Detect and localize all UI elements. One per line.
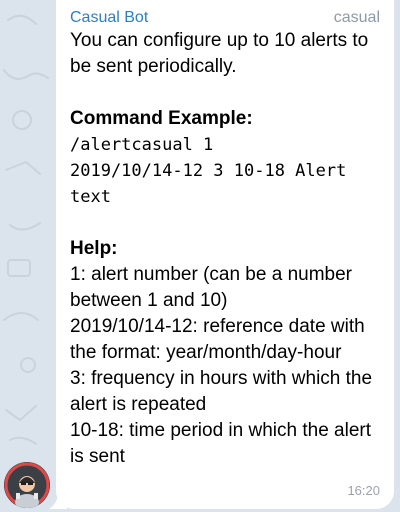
intro-text: You can configure up to 10 alerts to be …	[70, 30, 369, 77]
message-bubble[interactable]: Casual Bot casual You can configure up t…	[56, 0, 394, 509]
bot-avatar[interactable]	[4, 462, 50, 508]
help-heading: Help:	[70, 238, 118, 259]
help-line: 2019/10/14-12: reference date with the f…	[70, 316, 365, 363]
message-header: Casual Bot casual	[70, 8, 382, 28]
help-line: 3: frequency in hours with which the ale…	[70, 368, 373, 415]
command-line: 2019/10/14-12 3 10-18 Alert text	[70, 161, 347, 207]
command-heading: Command Example:	[70, 108, 253, 129]
sender-tag: casual	[333, 9, 380, 26]
avatar-icon	[4, 462, 50, 508]
command-line: /alertcasual 1	[70, 135, 214, 155]
sender-name[interactable]: Casual Bot	[70, 8, 148, 28]
message-text: You can configure up to 10 alerts to be …	[70, 28, 382, 470]
message-time: 16:20	[347, 483, 380, 498]
help-line: 10-18: time period in which the alert is…	[70, 420, 371, 467]
help-line: 1: alert number (can be a number between…	[70, 264, 352, 311]
